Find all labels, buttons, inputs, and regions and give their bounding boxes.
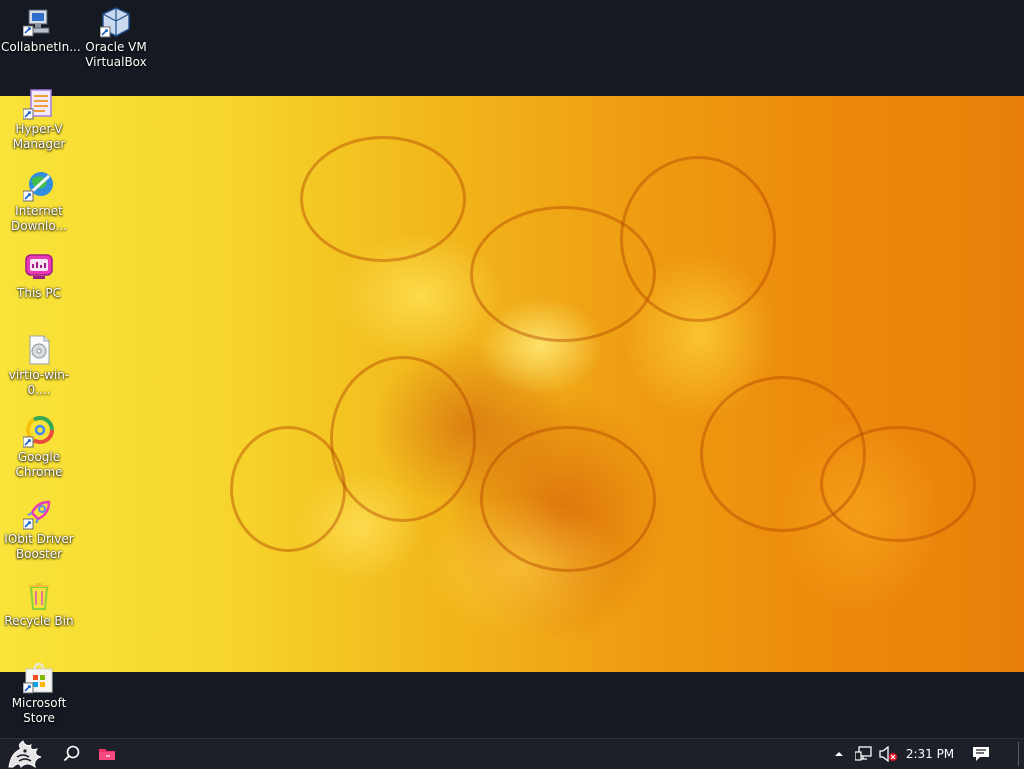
chrome-icon xyxy=(22,416,55,448)
action-center-button[interactable] xyxy=(966,739,996,769)
globe-download-icon xyxy=(22,170,55,202)
desktop-icon-label: Internet Downlo... xyxy=(11,204,67,233)
start-button[interactable] xyxy=(0,739,52,769)
desktop-icon-microsoft-store[interactable]: Microsoft Store xyxy=(1,662,77,726)
desktop-icon-label: This PC xyxy=(17,286,61,300)
computer-monitor-icon xyxy=(23,252,55,284)
installer-computer-icon xyxy=(22,6,55,38)
taskbar-file-explorer[interactable] xyxy=(92,739,122,769)
network-icon xyxy=(855,746,872,761)
desktop-icon-this-pc[interactable]: This PC xyxy=(1,252,77,301)
action-center-icon xyxy=(973,747,989,761)
desktop: CollabnetIn... Oracle VM VirtualBox Hype… xyxy=(0,0,1024,738)
desktop-icon-virtualbox[interactable]: Oracle VM VirtualBox xyxy=(78,6,154,70)
tray-overflow-button[interactable] xyxy=(828,739,850,769)
search-icon xyxy=(63,745,80,762)
clock-time: 2:31 PM xyxy=(905,747,955,761)
rocket-icon xyxy=(22,498,55,530)
file-explorer-folder-icon xyxy=(99,749,115,760)
desktop-icon-virtio[interactable]: virtio-win-0.... xyxy=(1,334,77,398)
desktop-icon-label: Recycle Bin xyxy=(4,614,74,628)
store-bag-icon xyxy=(22,662,55,694)
dragon-start-icon xyxy=(8,740,42,769)
desktop-icon-recycle-bin[interactable]: Recycle Bin xyxy=(1,580,77,629)
desktop-icon-hyperv[interactable]: Hyper-V Manager xyxy=(1,88,77,152)
chevron-up-icon xyxy=(835,752,843,756)
disc-image-file-icon xyxy=(23,334,55,366)
desktop-icon-label: virtio-win-0.... xyxy=(8,368,70,397)
desktop-icon-label: Oracle VM VirtualBox xyxy=(85,40,147,69)
taskbar: 2:31 PM xyxy=(0,738,1024,769)
desktop-icon-chrome[interactable]: Google Chrome xyxy=(1,416,77,480)
volume-muted-icon xyxy=(879,746,897,762)
desktop-icon-idm[interactable]: Internet Downlo... xyxy=(1,170,77,234)
tray-network[interactable] xyxy=(852,739,876,769)
tray-volume[interactable] xyxy=(876,739,900,769)
wallpaper-image xyxy=(0,96,1024,672)
recycle-bin-icon xyxy=(23,580,55,612)
hyperv-manager-icon xyxy=(22,88,55,120)
desktop-icon-label: CollabnetIn... xyxy=(1,40,81,54)
desktop-icon-label: Microsoft Store xyxy=(11,696,67,725)
desktop-icon-label: Hyper-V Manager xyxy=(12,122,66,151)
search-button[interactable] xyxy=(56,739,88,769)
desktop-icon-label: IObit Driver Booster xyxy=(4,532,74,561)
desktop-icon-iobit[interactable]: IObit Driver Booster xyxy=(1,498,77,562)
tray-clock[interactable]: 2:31 PM xyxy=(902,739,958,769)
virtualbox-cube-icon xyxy=(99,6,132,38)
desktop-icon-collabnet[interactable]: CollabnetIn... xyxy=(1,6,81,55)
show-desktop-button[interactable] xyxy=(1012,739,1024,769)
desktop-icon-label: Google Chrome xyxy=(15,450,63,479)
